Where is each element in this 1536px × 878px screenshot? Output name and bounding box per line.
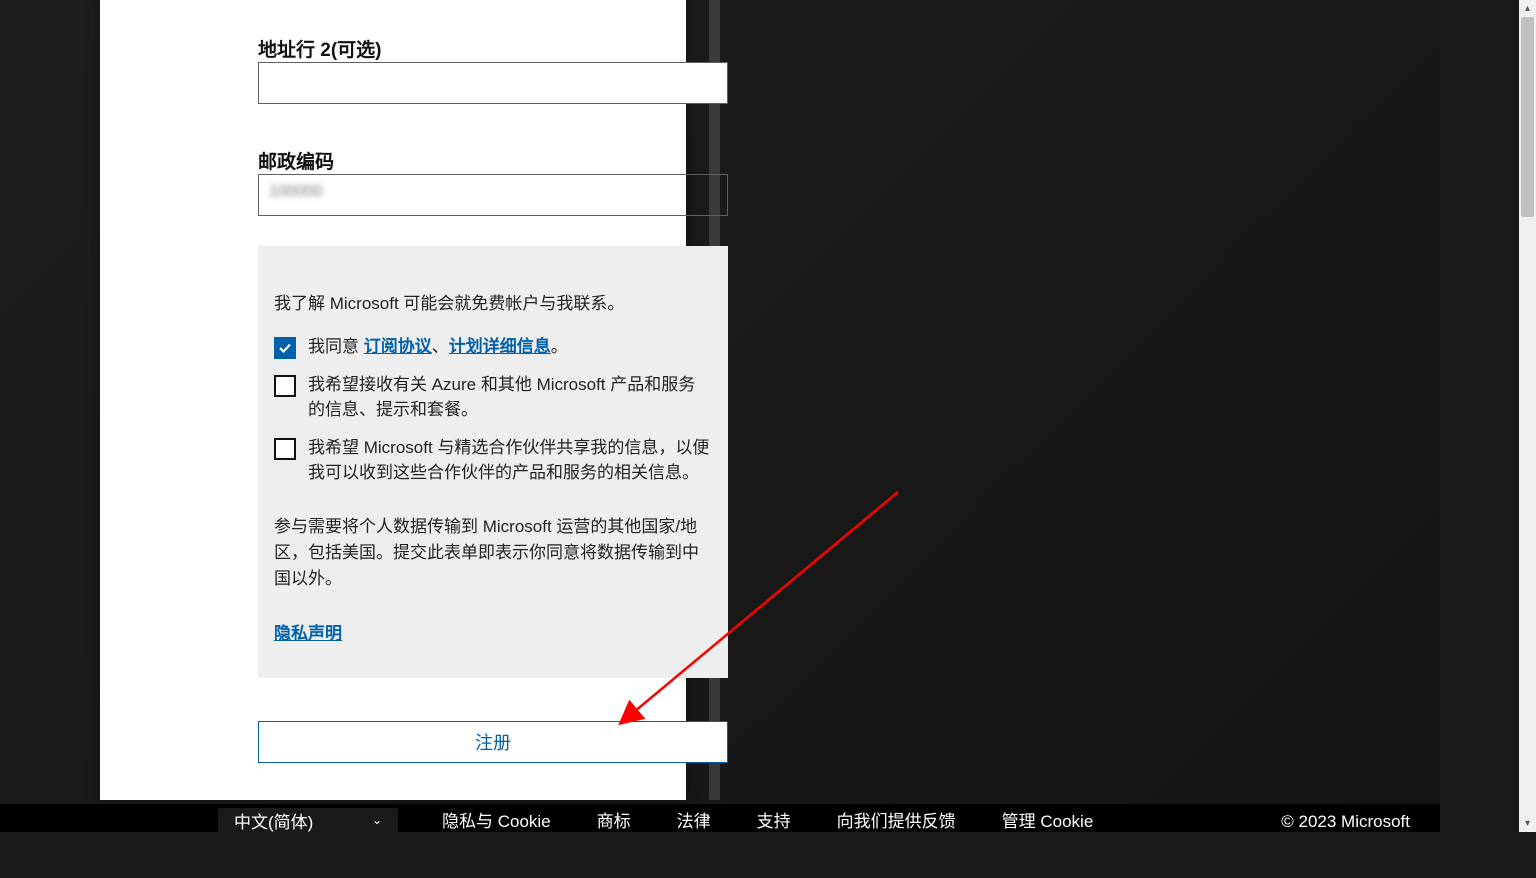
address-line-2-label: 地址行 2(可选) — [258, 35, 382, 62]
chevron-down-icon: ⌄ — [372, 813, 382, 827]
language-selector[interactable]: 中文(简体) ⌄ — [218, 808, 398, 832]
privacy-statement-link[interactable]: 隐私声明 — [274, 624, 342, 643]
register-button[interactable]: 注册 — [258, 721, 728, 763]
agree-terms-label: 我同意 订阅协议、计划详细信息。 — [308, 335, 712, 360]
agree-terms-checkbox[interactable] — [274, 337, 296, 359]
data-transfer-notice: 参与需要将个人数据传输到 Microsoft 运营的其他国家/地区，包括美国。提… — [274, 514, 712, 593]
scrollbar-thumb[interactable] — [1521, 17, 1534, 217]
signup-form-card: 地址行 2(可选) 邮政编码 100000 我了解 Microsoft 可能会就… — [100, 0, 686, 800]
plan-details-link[interactable]: 计划详细信息 — [449, 337, 551, 356]
marketing-optin-checkbox[interactable] — [274, 375, 296, 397]
footer-manage-cookie-link[interactable]: 管理 Cookie — [1002, 807, 1094, 832]
postal-code-value: 100000 — [269, 183, 322, 200]
footer-trademark-link[interactable]: 商标 — [597, 807, 631, 832]
checkmark-icon — [278, 341, 292, 355]
scrollbar-down-icon[interactable]: ▾ — [1519, 815, 1536, 832]
page-background: 地址行 2(可选) 邮政编码 100000 我了解 Microsoft 可能会就… — [0, 0, 1440, 832]
scrollbar-up-icon[interactable]: ▴ — [1519, 0, 1536, 17]
language-selector-label: 中文(简体) — [234, 808, 313, 833]
subscription-agreement-link[interactable]: 订阅协议 — [364, 337, 432, 356]
agreement-panel: 我了解 Microsoft 可能会就免费帐户与我联系。 我同意 订阅协议、计划详… — [258, 246, 728, 678]
footer-copyright: © 2023 Microsoft — [1281, 812, 1410, 832]
footer-feedback-link[interactable]: 向我们提供反馈 — [837, 807, 956, 832]
partner-share-label: 我希望 Microsoft 与精选合作伙伴共享我的信息，以便我可以收到这些合作伙… — [308, 436, 712, 485]
agreement-intro-text: 我了解 Microsoft 可能会就免费帐户与我联系。 — [274, 291, 712, 317]
partner-share-checkbox[interactable] — [274, 438, 296, 460]
postal-code-label: 邮政编码 — [258, 147, 334, 174]
footer-support-link[interactable]: 支持 — [757, 807, 791, 832]
postal-code-input[interactable]: 100000 — [258, 174, 728, 216]
os-scrollbar[interactable]: ▴ ▾ — [1519, 0, 1536, 832]
address-line-2-input[interactable] — [258, 62, 728, 104]
footer-legal-link[interactable]: 法律 — [677, 807, 711, 832]
footer-privacy-cookie-link[interactable]: 隐私与 Cookie — [442, 807, 551, 832]
footer-bar: 中文(简体) ⌄ 隐私与 Cookie 商标 法律 支持 向我们提供反馈 管理 … — [0, 804, 1440, 832]
marketing-optin-label: 我希望接收有关 Azure 和其他 Microsoft 产品和服务的信息、提示和… — [308, 373, 712, 422]
